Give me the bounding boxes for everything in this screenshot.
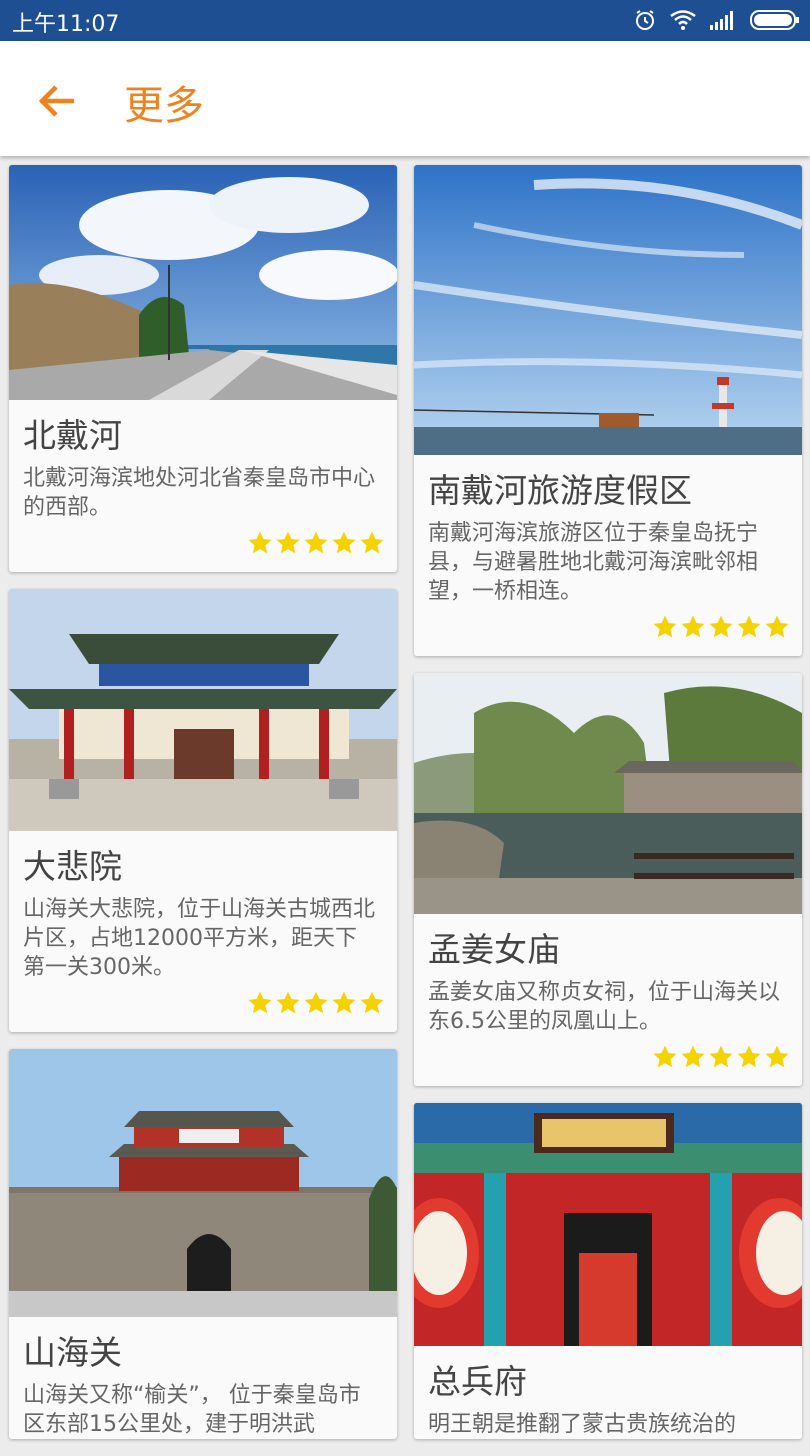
- attraction-card-beidaihe[interactable]: 北戴河 北戴河海滨地处河北省秦皇岛市中心的西部。: [9, 165, 397, 572]
- star-icon: [680, 614, 706, 640]
- card-description: 山海关大悲院，位于山海关古城西北片区，占地12000平方米，距天下第一关300米…: [23, 897, 376, 980]
- left-column: 北戴河 北戴河海滨地处河北省秦皇岛市中心的西部。 大悲院 山海关大悲院，位于山海…: [9, 165, 397, 1456]
- star-icon: [736, 1044, 762, 1070]
- wifi-icon: [670, 10, 696, 30]
- card-description: 孟姜女庙又称贞女祠，位于山海关以东6.5公里的凤凰山上。: [428, 980, 781, 1034]
- star-icon: [764, 1044, 790, 1070]
- status-icons: [634, 8, 800, 32]
- star-icon: [708, 1044, 734, 1070]
- mengjiangnu-temple-pond-photo: [414, 673, 802, 914]
- attraction-card-zongbingfu[interactable]: 总兵府 明王朝是推翻了蒙古贵族统治的: [414, 1103, 802, 1439]
- rating-stars: [414, 1036, 802, 1086]
- beidaihe-coast-photo: [9, 165, 397, 400]
- nandaihe-sea-lighthouse-photo: [414, 165, 802, 455]
- shanhaiguan-gate-photo: [9, 1049, 397, 1317]
- attraction-card-dabeiyuan[interactable]: 大悲院 山海关大悲院，位于山海关古城西北片区，占地12000平方米，距天下第一关…: [9, 589, 397, 1032]
- star-icon: [303, 990, 329, 1016]
- card-title: 南戴河旅游度假区: [428, 471, 692, 510]
- attraction-card-nandaihe[interactable]: 南戴河旅游度假区 南戴河海滨旅游区位于秦皇岛抚宁县，与避暑胜地北戴河海滨毗邻相望…: [414, 165, 802, 656]
- rating-stars: [9, 982, 397, 1032]
- status-bar: 上午11:07: [0, 0, 810, 41]
- star-icon: [359, 530, 385, 556]
- battery-icon: [750, 10, 799, 30]
- star-icon: [652, 614, 678, 640]
- signal-icon: [710, 11, 733, 30]
- card-title: 大悲院: [23, 847, 122, 886]
- star-icon: [275, 990, 301, 1016]
- star-icon: [708, 614, 734, 640]
- card-title: 总兵府: [428, 1362, 527, 1401]
- card-title: 北戴河: [23, 416, 122, 455]
- card-description: 明王朝是推翻了蒙古贵族统治的: [428, 1412, 737, 1437]
- star-icon: [331, 990, 357, 1016]
- star-icon: [331, 530, 357, 556]
- app-bar: 更多: [0, 41, 810, 156]
- rating-stars: [414, 606, 802, 656]
- zongbingfu-red-gate-photo: [414, 1103, 802, 1346]
- rating-stars: [9, 522, 397, 572]
- right-column: 南戴河旅游度假区 南戴河海滨旅游区位于秦皇岛抚宁县，与避暑胜地北戴河海滨毗邻相望…: [414, 165, 802, 1456]
- star-icon: [275, 530, 301, 556]
- card-description: 山海关又称“榆关”， 位于秦皇岛市区东部15公里处，建于明洪武: [23, 1383, 361, 1437]
- card-title: 孟姜女庙: [428, 930, 560, 969]
- back-button[interactable]: [34, 77, 82, 125]
- status-time: 上午11:07: [12, 12, 120, 37]
- star-icon: [247, 990, 273, 1016]
- star-icon: [303, 530, 329, 556]
- card-description: 北戴河海滨地处河北省秦皇岛市中心的西部。: [23, 466, 376, 520]
- star-icon: [736, 614, 762, 640]
- star-icon: [247, 530, 273, 556]
- alarm-icon: [636, 10, 654, 30]
- dabeiyuan-gate-photo: [9, 589, 397, 831]
- page-title: 更多: [124, 83, 204, 129]
- star-icon: [680, 1044, 706, 1070]
- star-icon: [359, 990, 385, 1016]
- star-icon: [652, 1044, 678, 1070]
- attraction-card-shanhaiguan[interactable]: 山海关 山海关又称“榆关”， 位于秦皇岛市区东部15公里处，建于明洪武: [9, 1049, 397, 1439]
- card-description: 南戴河海滨旅游区位于秦皇岛抚宁县，与避暑胜地北戴河海滨毗邻相望，一桥相连。: [428, 521, 759, 604]
- star-icon: [764, 614, 790, 640]
- attraction-card-mengjiangnu[interactable]: 孟姜女庙 孟姜女庙又称贞女祠，位于山海关以东6.5公里的凤凰山上。: [414, 673, 802, 1086]
- card-title: 山海关: [23, 1333, 122, 1372]
- back-arrow-icon: [38, 85, 74, 117]
